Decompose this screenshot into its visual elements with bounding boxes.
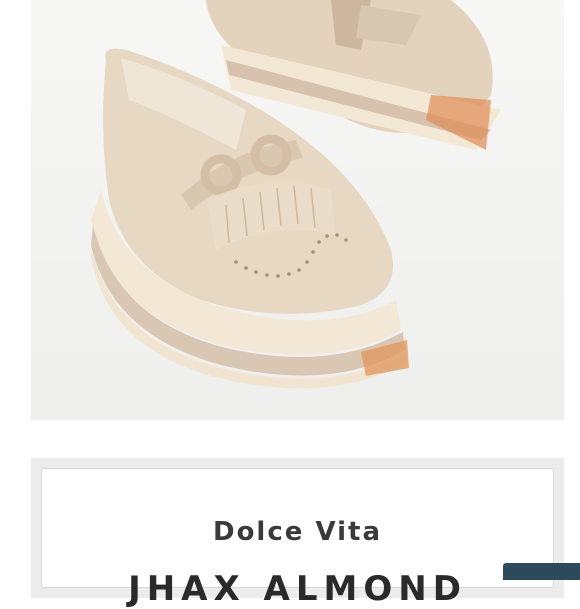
brand-name: Dolce Vita — [212, 517, 382, 547]
product-photo[interactable] — [31, 0, 564, 420]
product-title: JHAX ALMOND — [128, 569, 467, 609]
product-card: Dolce Vita JHAX ALMOND — [31, 458, 564, 609]
product-card-inner: Dolce Vita JHAX ALMOND — [41, 468, 554, 609]
sneaker-image — [91, 0, 501, 389]
corner-button[interactable] — [503, 563, 580, 580]
